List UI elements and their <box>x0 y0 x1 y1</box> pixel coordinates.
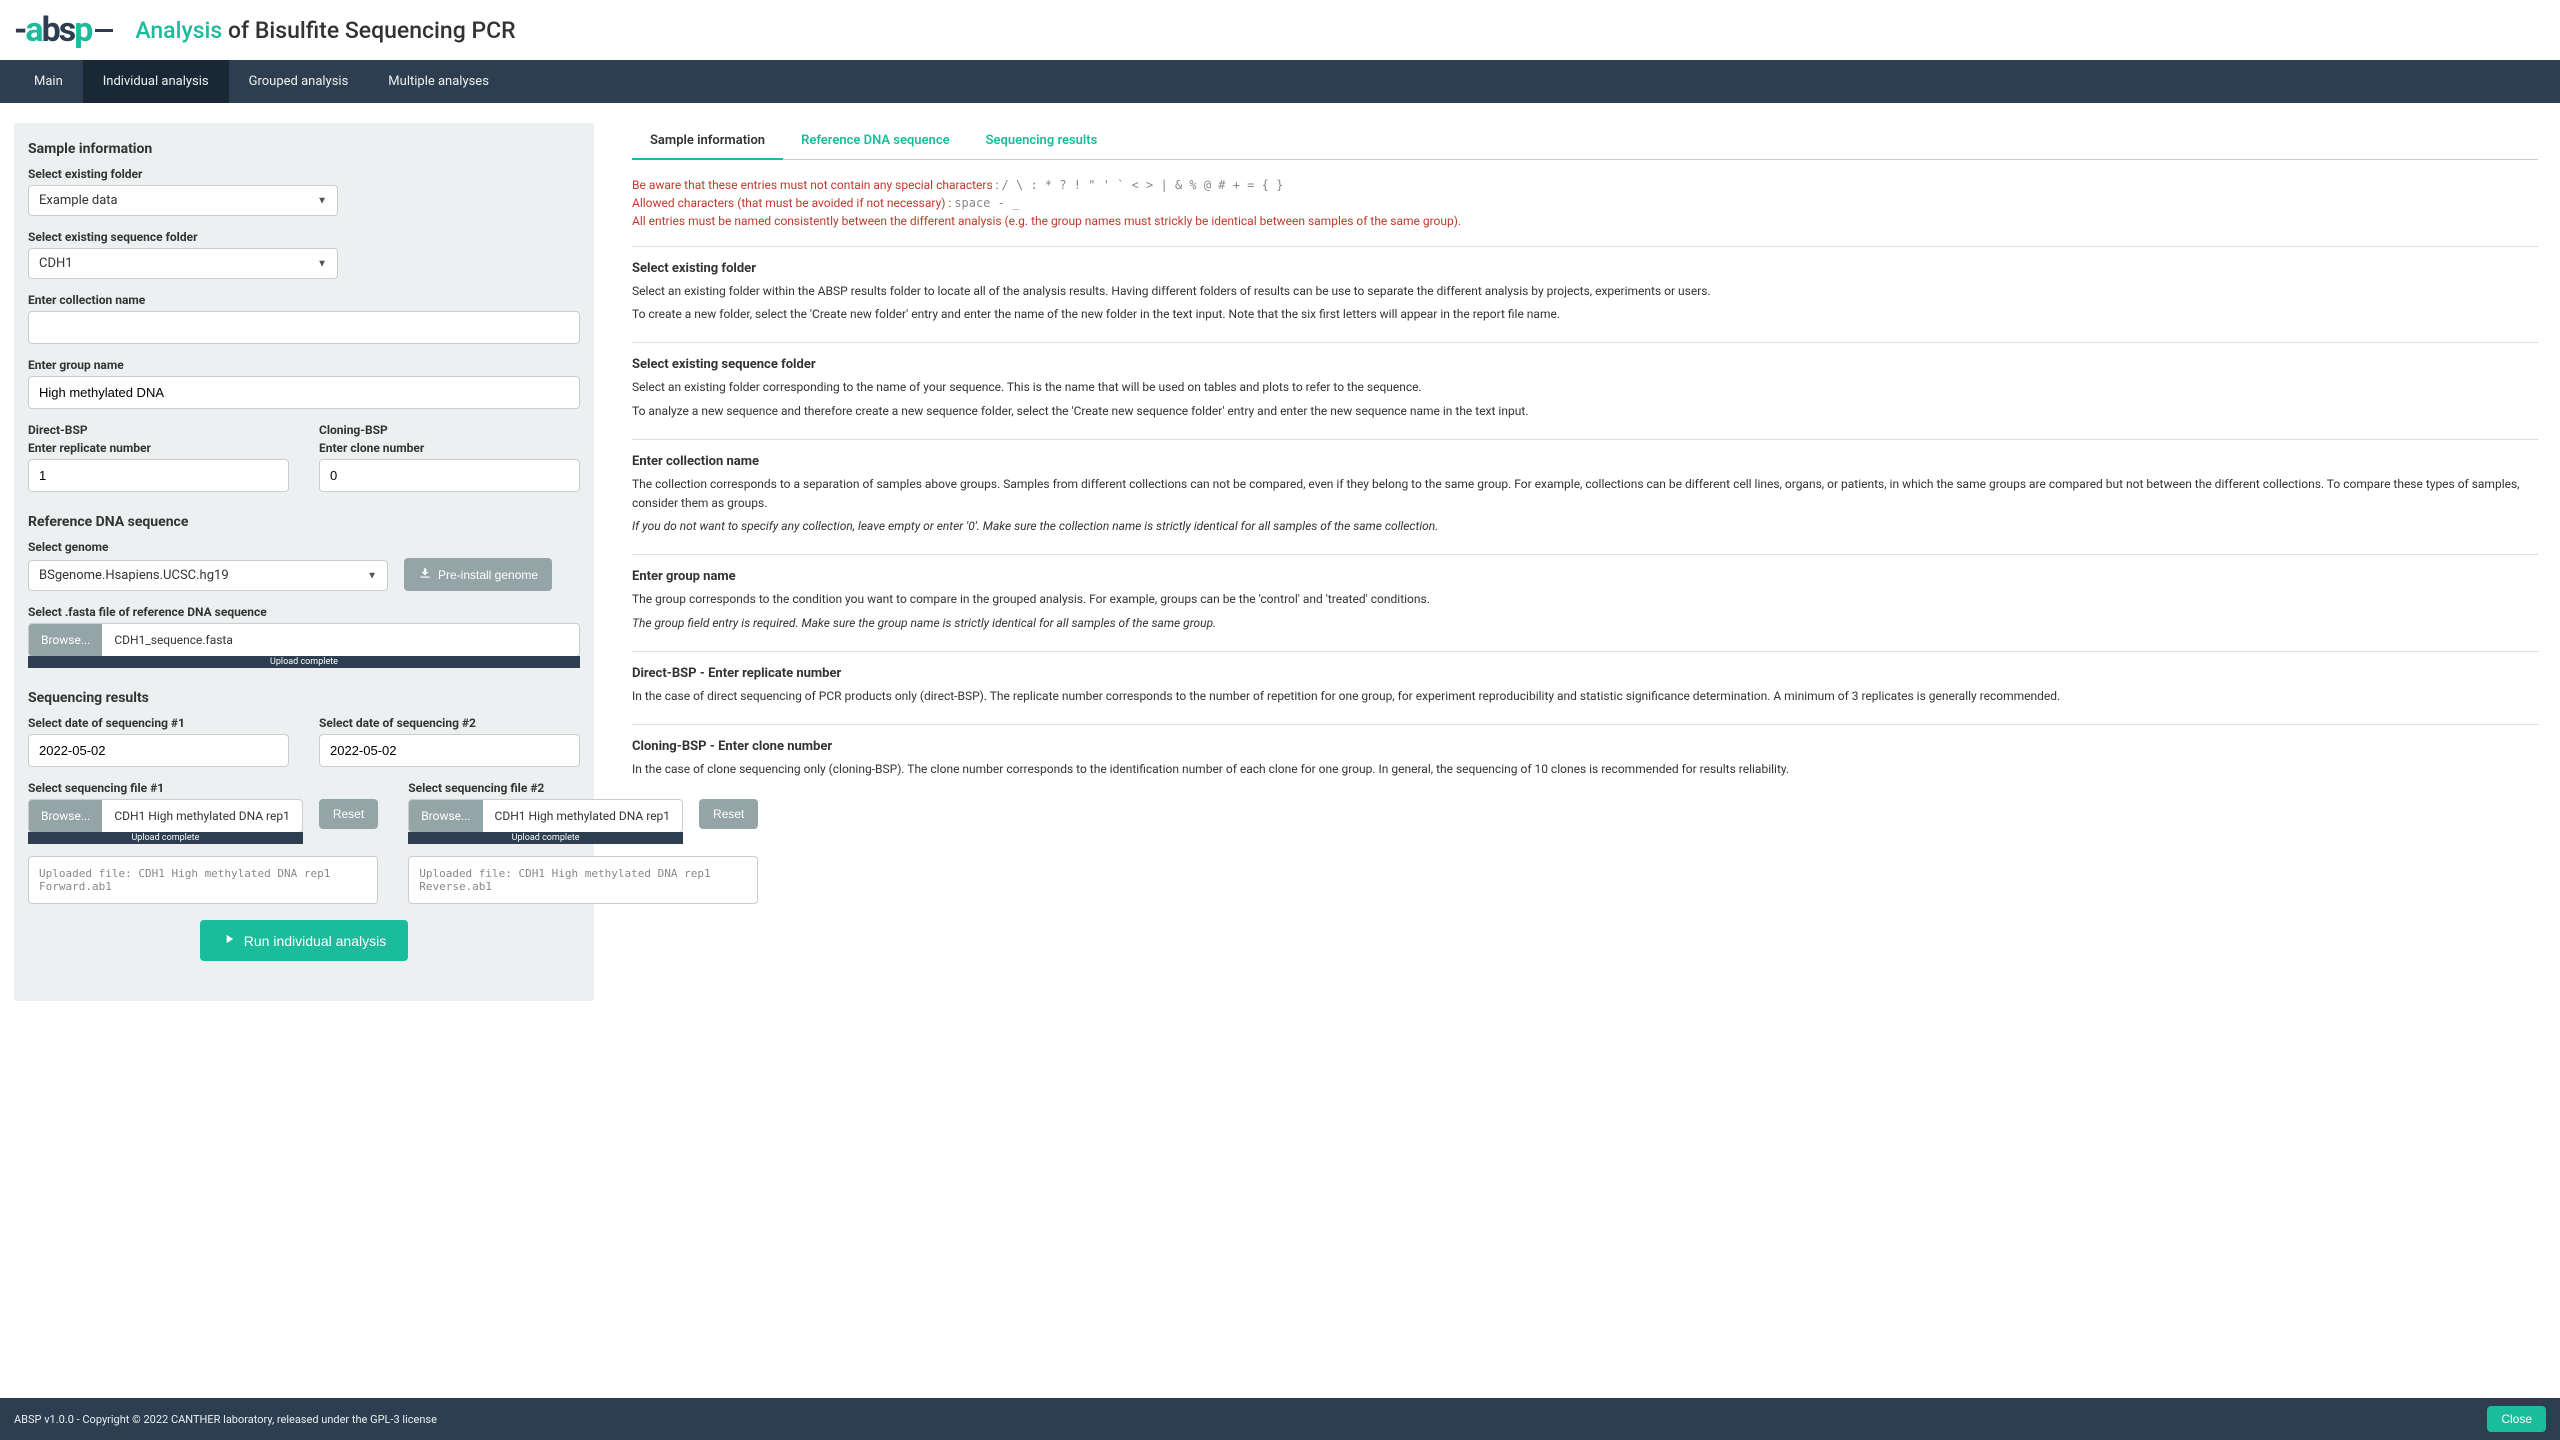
genome-label: Select genome <box>28 540 580 554</box>
browse-button[interactable]: Browse... <box>409 800 482 832</box>
nav-individual-analysis[interactable]: Individual analysis <box>83 60 229 103</box>
folder-select[interactable]: Example data ▼ <box>28 185 338 216</box>
download-icon <box>418 566 432 583</box>
group-label: Enter group name <box>28 358 580 372</box>
fasta-filename: CDH1_sequence.fasta <box>102 624 579 656</box>
tab-seq-results[interactable]: Sequencing results <box>968 123 1116 160</box>
seqfile1-label: Select sequencing file #1 <box>28 781 378 795</box>
upload-progress: Upload complete <box>408 832 683 844</box>
direct-bsp-label: Direct-BSP <box>28 423 289 437</box>
help-s4-p1: The group corresponds to the condition y… <box>632 590 2538 609</box>
warning-chars: Be aware that these entries must not con… <box>632 178 2538 192</box>
app-title: Analysis of Bisulfite Sequencing PCR <box>135 17 515 44</box>
browse-button[interactable]: Browse... <box>29 800 102 832</box>
logo-dash-icon <box>95 29 113 32</box>
form-panel: Sample information Select existing folde… <box>14 123 594 1001</box>
help-tabs: Sample information Reference DNA sequenc… <box>632 123 2538 160</box>
help-s3-p1: The collection corresponds to a separati… <box>632 475 2538 513</box>
tab-sample-info[interactable]: Sample information <box>632 123 783 160</box>
help-s2-title: Select existing sequence folder <box>632 357 2538 372</box>
date2-input[interactable] <box>319 734 580 767</box>
footer-text: ABSP v1.0.0 - Copyright © 2022 CANTHER l… <box>14 1413 437 1426</box>
help-s3-title: Enter collection name <box>632 454 2538 469</box>
help-s4-title: Enter group name <box>632 569 2538 584</box>
reset-seqfile1-button[interactable]: Reset <box>319 799 378 829</box>
help-s1-title: Select existing folder <box>632 261 2538 276</box>
run-analysis-button[interactable]: Run individual analysis <box>200 920 408 961</box>
seqfolder-label: Select existing sequence folder <box>28 230 580 244</box>
warning-allowed: Allowed characters (that must be avoided… <box>632 196 2538 210</box>
help-s1-p2: To create a new folder, select the 'Crea… <box>632 305 2538 324</box>
cloning-bsp-label: Cloning-BSP <box>319 423 580 437</box>
clone-input[interactable] <box>319 459 580 492</box>
play-icon <box>222 932 236 949</box>
clone-label: Enter clone number <box>319 441 580 455</box>
help-s6-p1: In the case of clone sequencing only (cl… <box>632 760 2538 779</box>
help-s5-title: Direct-BSP - Enter replicate number <box>632 666 2538 681</box>
fasta-label: Select .fasta file of reference DNA sequ… <box>28 605 580 619</box>
seqfile1-input[interactable]: Browse... CDH1 High methylated DNA rep1 <box>28 799 303 833</box>
footer: ABSP v1.0.0 - Copyright © 2022 CANTHER l… <box>0 1398 2560 1440</box>
folder-label: Select existing folder <box>28 167 580 181</box>
fasta-file-input[interactable]: Browse... CDH1_sequence.fasta <box>28 623 580 657</box>
ref-dna-heading: Reference DNA sequence <box>28 514 580 530</box>
app-header: -absp Analysis of Bisulfite Sequencing P… <box>0 0 2560 60</box>
help-s3-p2: If you do not want to specify any collec… <box>632 517 2538 536</box>
nav-main[interactable]: Main <box>14 60 83 103</box>
collection-label: Enter collection name <box>28 293 580 307</box>
help-panel: Sample information Reference DNA sequenc… <box>624 123 2546 1001</box>
uploaded-file1-info: Uploaded file: CDH1 High methylated DNA … <box>28 856 378 904</box>
seqfile1-name: CDH1 High methylated DNA rep1 <box>102 800 302 832</box>
date1-label: Select date of sequencing #1 <box>28 716 289 730</box>
sample-info-heading: Sample information <box>28 141 580 157</box>
nav-grouped-analysis[interactable]: Grouped analysis <box>229 60 369 103</box>
help-s1-p1: Select an existing folder within the ABS… <box>632 282 2538 301</box>
upload-progress: Upload complete <box>28 656 580 668</box>
warning-consistency: All entries must be named consistently b… <box>632 214 2538 228</box>
logo: -absp <box>14 10 113 50</box>
seq-results-heading: Sequencing results <box>28 690 580 706</box>
nav-multiple-analyses[interactable]: Multiple analyses <box>368 60 509 103</box>
genome-select[interactable]: BSgenome.Hsapiens.UCSC.hg19 ▼ <box>28 560 388 591</box>
replicate-label: Enter replicate number <box>28 441 289 455</box>
help-s4-p2: The group field entry is required. Make … <box>632 614 2538 633</box>
help-s6-title: Cloning-BSP - Enter clone number <box>632 739 2538 754</box>
tab-ref-dna[interactable]: Reference DNA sequence <box>783 123 968 160</box>
help-s2-p1: Select an existing folder corresponding … <box>632 378 2538 397</box>
main-nav: Main Individual analysis Grouped analysi… <box>0 60 2560 103</box>
group-input[interactable] <box>28 376 580 409</box>
upload-progress: Upload complete <box>28 832 303 844</box>
collection-input[interactable] <box>28 311 580 344</box>
date1-input[interactable] <box>28 734 289 767</box>
help-s5-p1: In the case of direct sequencing of PCR … <box>632 687 2538 706</box>
close-button[interactable]: Close <box>2487 1406 2546 1432</box>
date2-label: Select date of sequencing #2 <box>319 716 580 730</box>
seqfolder-select[interactable]: CDH1 ▼ <box>28 248 338 279</box>
replicate-input[interactable] <box>28 459 289 492</box>
help-s2-p2: To analyze a new sequence and therefore … <box>632 402 2538 421</box>
browse-button[interactable]: Browse... <box>29 624 102 656</box>
preinstall-genome-button[interactable]: Pre-install genome <box>404 558 552 591</box>
